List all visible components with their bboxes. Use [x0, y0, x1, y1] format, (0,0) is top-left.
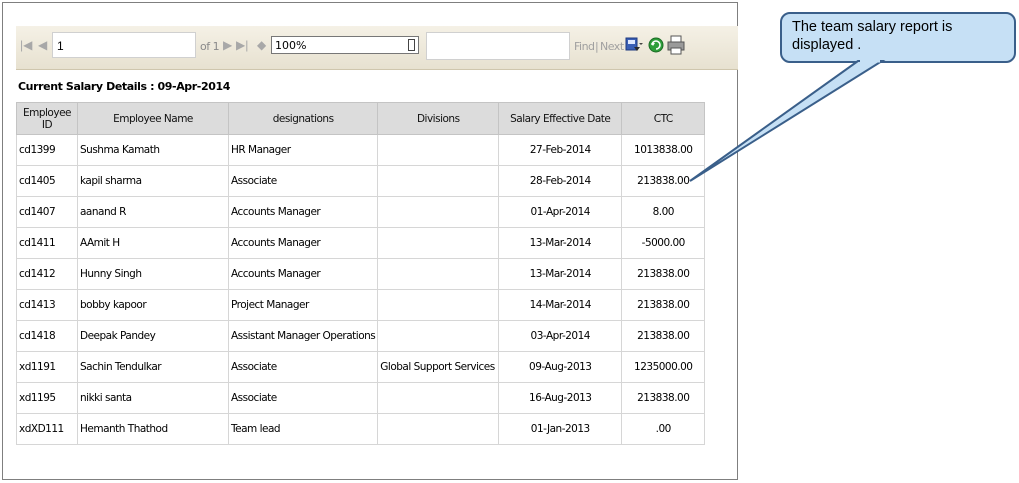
find-input[interactable]: [426, 32, 570, 60]
table-cell: Accounts Manager: [227, 258, 379, 290]
callout-box: The team salary report is displayed .: [780, 12, 1016, 63]
table-cell: 213838.00: [621, 382, 706, 414]
table-cell: 27-Feb-2014: [498, 134, 623, 166]
table-cell: cd1411: [16, 227, 78, 259]
refresh-icon[interactable]: [648, 36, 664, 59]
table-cell: nikki santa: [77, 382, 229, 414]
report-title: Current Salary Details : 09-Apr-2014: [18, 80, 230, 93]
table-cell: AAmit H: [77, 227, 229, 259]
column-header: Employee ID: [16, 102, 78, 135]
find-link[interactable]: Find: [574, 40, 595, 53]
table-cell: aanand R: [77, 196, 229, 228]
back-icon[interactable]: ◆: [257, 39, 266, 51]
table-cell: Global Support Services: [377, 351, 500, 383]
table-cell: 1013838.00: [621, 134, 706, 166]
table-cell: kapil sharma: [77, 165, 229, 197]
table-cell: Sachin Tendulkar: [77, 351, 229, 383]
table-cell: cd1418: [16, 320, 78, 352]
zoom-dropdown-icon[interactable]: [408, 39, 415, 51]
table-cell: [377, 196, 500, 228]
table-cell: Accounts Manager: [227, 227, 379, 259]
table-cell: 1235000.00: [621, 351, 706, 383]
table-cell: Accounts Manager: [227, 196, 379, 228]
table-row: xd1191 Sachin Tendulkar Associate Global Su…: [16, 351, 706, 383]
table-row: cd1413 bobby kapoor Project Manager 14-Mar-…: [16, 289, 706, 321]
table-cell: Project Manager: [227, 289, 379, 321]
table-row: xdXD111 Hemanth Thathod Team lead 01-Jan-20…: [16, 413, 706, 445]
table-cell: Hunny Singh: [77, 258, 229, 290]
column-header: CTC: [621, 102, 706, 135]
table-cell: [377, 382, 500, 414]
table-cell: [377, 413, 500, 445]
column-header: Salary Effective Date: [498, 102, 623, 135]
table-cell: cd1413: [16, 289, 78, 321]
table-row: cd1407 aanand R Accounts Manager 01-Apr-201…: [16, 196, 706, 228]
salary-table: Employee ID Employee Name designations D…: [16, 102, 706, 445]
table-cell: 09-Aug-2013: [498, 351, 623, 383]
table-cell: Associate: [227, 165, 379, 197]
table-cell: cd1399: [16, 134, 78, 166]
table-cell: Sushma Kamath: [77, 134, 229, 166]
table-cell: .00: [621, 413, 706, 445]
first-page-icon[interactable]: |◀: [20, 39, 32, 51]
table-row: cd1405 kapil sharma Associate 28-Feb-2014 21…: [16, 165, 706, 197]
previous-page-icon[interactable]: ◀: [38, 39, 47, 51]
page-count-label: of 1: [200, 40, 220, 53]
table-cell: 13-Mar-2014: [498, 258, 623, 290]
table-cell: cd1407: [16, 196, 78, 228]
table-cell: xdXD111: [16, 413, 78, 445]
table-cell: 28-Feb-2014: [498, 165, 623, 197]
table-cell: cd1405: [16, 165, 78, 197]
table-cell: [377, 320, 500, 352]
table-cell: Hemanth Thathod: [77, 413, 229, 445]
table-cell: 03-Apr-2014: [498, 320, 623, 352]
table-cell: Associate: [227, 351, 379, 383]
zoom-value: 100%: [275, 39, 307, 52]
print-icon[interactable]: [667, 35, 685, 60]
table-cell: xd1191: [16, 351, 78, 383]
table-cell: -5000.00: [621, 227, 706, 259]
table-cell: bobby kapoor: [77, 289, 229, 321]
table-header-row: Employee ID Employee Name designations D…: [16, 102, 706, 135]
find-separator: |: [595, 40, 599, 53]
last-page-icon[interactable]: ▶|: [236, 39, 248, 51]
table-cell: Assistant Manager Operations: [227, 320, 379, 352]
table-cell: cd1412: [16, 258, 78, 290]
table-row: cd1411 AAmit H Accounts Manager 13-Mar-2014…: [16, 227, 706, 259]
table-cell: 13-Mar-2014: [498, 227, 623, 259]
table-cell: [377, 134, 500, 166]
table-cell: 8.00: [621, 196, 706, 228]
column-header: Divisions: [377, 102, 500, 135]
table-row: xd1195 nikki santa Associate 16-Aug-2013 213…: [16, 382, 706, 414]
table-cell: [377, 289, 500, 321]
table-cell: Team lead: [227, 413, 379, 445]
next-page-icon[interactable]: ▶: [223, 39, 232, 51]
column-header: Employee Name: [77, 102, 229, 135]
table-cell: [377, 258, 500, 290]
table-row: cd1418 Deepak Pandey Assistant Manager Ope…: [16, 320, 706, 352]
table-cell: [377, 165, 500, 197]
table-cell: 213838.00: [621, 258, 706, 290]
page-number-input[interactable]: 1: [52, 32, 196, 58]
table-cell: 16-Aug-2013: [498, 382, 623, 414]
table-cell: 213838.00: [621, 165, 706, 197]
report-toolbar: |◀ ◀ 1 of 1 ▶ ▶| ◆ 100% Find | Next: [16, 26, 738, 70]
next-link[interactable]: Next: [600, 40, 624, 53]
table-cell: 213838.00: [621, 289, 706, 321]
table-cell: 213838.00: [621, 320, 706, 352]
table-cell: HR Manager: [227, 134, 379, 166]
table-cell: Deepak Pandey: [77, 320, 229, 352]
table-cell: xd1195: [16, 382, 78, 414]
table-cell: Associate: [227, 382, 379, 414]
column-header: designations: [227, 102, 379, 135]
table-cell: 01-Apr-2014: [498, 196, 623, 228]
table-row: cd1412 Hunny Singh Accounts Manager 13-Mar-…: [16, 258, 706, 290]
table-row: cd1399 Sushma Kamath HR Manager 27-Feb-2014…: [16, 134, 706, 166]
table-cell: 14-Mar-2014: [498, 289, 623, 321]
callout-text: The team salary report is displayed .: [792, 19, 953, 53]
zoom-select[interactable]: 100%: [271, 36, 419, 54]
table-cell: [377, 227, 500, 259]
export-icon[interactable]: [624, 35, 644, 60]
table-cell: 01-Jan-2013: [498, 413, 623, 445]
